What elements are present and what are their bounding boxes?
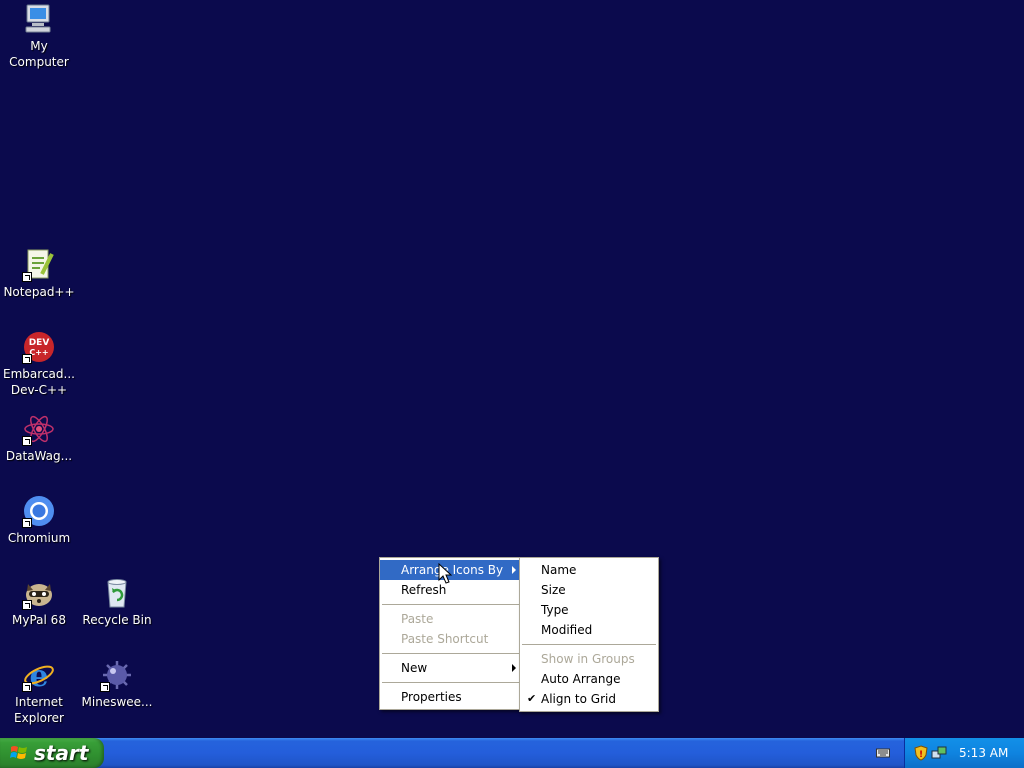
internet-explorer-icon: e: [22, 658, 56, 692]
submenu-item-size[interactable]: Size: [520, 580, 658, 600]
menu-separator: [382, 653, 519, 654]
menu-item-properties[interactable]: Properties: [380, 687, 521, 707]
desktop-icon-notepadpp[interactable]: Notepad++: [0, 248, 78, 300]
desktop-icon-label: Recycle Bin: [82, 613, 152, 627]
menu-item-label: Modified: [541, 623, 593, 637]
windows-flag-icon: [10, 746, 27, 759]
menu-item-paste-shortcut: Paste Shortcut: [380, 629, 521, 649]
menu-item-paste: Paste: [380, 609, 521, 629]
submenu-item-auto-arrange[interactable]: Auto Arrange: [520, 669, 658, 689]
notepadpp-icon: [22, 248, 56, 282]
submenu-item-modified[interactable]: Modified: [520, 620, 658, 640]
menu-separator: [382, 682, 519, 683]
desktop[interactable]: My Computer Notepad++ DEV C++ Embarcad...…: [0, 0, 1024, 738]
chromium-icon: [22, 494, 56, 528]
desktop-icon-chromium[interactable]: Chromium: [0, 494, 78, 546]
network-connection-icon[interactable]: [931, 745, 947, 761]
svg-text:DEV: DEV: [29, 338, 50, 348]
desktop-icon-label: Embarcad... Dev-C++: [3, 367, 75, 397]
arrange-icons-submenu: Name Size Type Modified Show in Groups A…: [519, 557, 659, 712]
menu-item-label: Size: [541, 583, 566, 597]
shortcut-arrow-icon: [22, 600, 32, 610]
menu-item-label: Type: [541, 603, 569, 617]
menu-separator: [382, 604, 519, 605]
desktop-icon-my-computer[interactable]: My Computer: [0, 2, 78, 70]
mouse-pointer-icon: [438, 563, 453, 584]
taskbar: start ! 5:13 AM: [0, 738, 1024, 768]
shortcut-arrow-icon: [22, 518, 32, 528]
mypal-raccoon-icon: [22, 576, 56, 610]
desktop-icon-label: DataWag...: [5, 449, 73, 463]
menu-item-label: Auto Arrange: [541, 672, 621, 686]
my-computer-icon: [22, 2, 56, 36]
menu-item-label: Align to Grid: [541, 692, 616, 706]
menu-item-label: Name: [541, 563, 577, 577]
submenu-item-name[interactable]: Name: [520, 560, 658, 580]
desktop-icon-label: Chromium: [7, 531, 71, 545]
datawag-icon: [22, 412, 56, 446]
menu-separator: [522, 644, 656, 645]
security-shield-icon[interactable]: !: [913, 745, 929, 761]
desktop-icon-label: My Computer: [9, 39, 69, 69]
submenu-item-type[interactable]: Type: [520, 600, 658, 620]
shortcut-arrow-icon: [22, 272, 32, 282]
desktop-icon-label: Notepad++: [3, 285, 75, 299]
system-tray: ! 5:13 AM: [904, 738, 1024, 768]
menu-item-label: Paste: [401, 612, 434, 626]
submenu-arrow-icon: [512, 664, 516, 672]
submenu-item-show-in-groups: Show in Groups: [520, 649, 658, 669]
desktop-icon-devcpp[interactable]: DEV C++ Embarcad... Dev-C++: [0, 330, 78, 398]
shortcut-arrow-icon: [22, 682, 32, 692]
system-clock[interactable]: 5:13 AM: [959, 738, 1008, 768]
shortcut-arrow-icon: [22, 354, 32, 364]
desktop-icon-ie[interactable]: e Internet Explorer: [0, 658, 78, 726]
checkmark-icon: ✔: [527, 692, 537, 705]
submenu-item-align-to-grid[interactable]: ✔ Align to Grid: [520, 689, 658, 709]
desktop-icon-mypal[interactable]: MyPal 68: [0, 576, 78, 628]
menu-item-label: New: [401, 661, 428, 675]
recycle-bin-icon: [100, 576, 134, 610]
svg-text:C++: C++: [29, 348, 48, 357]
menu-item-label: Show in Groups: [541, 652, 635, 666]
desktop-icon-label: Internet Explorer: [14, 695, 64, 725]
svg-text:e: e: [29, 659, 48, 692]
desktop-icon-label: MyPal 68: [12, 613, 66, 627]
shortcut-arrow-icon: [100, 682, 110, 692]
menu-item-label: Refresh: [401, 583, 447, 597]
menu-item-label: Properties: [401, 690, 462, 704]
desktop-icon-recycle-bin[interactable]: Recycle Bin: [78, 576, 156, 628]
submenu-arrow-icon: [512, 566, 516, 574]
menu-item-new[interactable]: New: [380, 658, 521, 678]
start-button[interactable]: start: [0, 738, 104, 768]
devcpp-icon: DEV C++: [22, 330, 56, 364]
start-label: start: [34, 741, 89, 765]
svg-text:!: !: [919, 750, 923, 760]
keyboard-language-icon[interactable]: [876, 746, 890, 760]
minesweeper-mine-icon: [100, 658, 134, 692]
desktop-icon-minesweeper[interactable]: Minesweе...: [78, 658, 156, 710]
menu-item-label: Paste Shortcut: [401, 632, 489, 646]
desktop-icon-datawag[interactable]: DataWag...: [0, 412, 78, 464]
shortcut-arrow-icon: [22, 436, 32, 446]
desktop-icon-label: Minesweе...: [81, 695, 153, 709]
